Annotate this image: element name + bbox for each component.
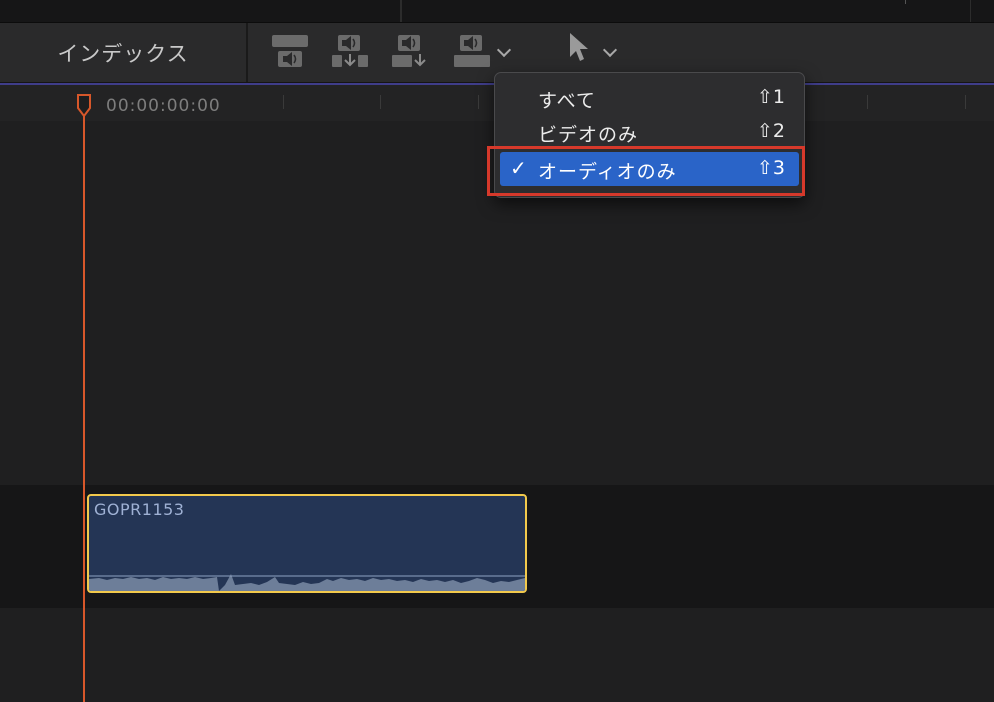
ruler-timecode: 00:00:00:00	[106, 96, 221, 116]
index-button[interactable]: インデックス	[0, 23, 246, 82]
audio-clip-icon[interactable]	[452, 33, 492, 71]
menu-item-shortcut: ⇧1	[756, 86, 785, 108]
clip-name: GOPR1153	[94, 500, 185, 519]
ruler-tick	[965, 95, 966, 109]
ruler-tick	[867, 95, 868, 109]
menu-item-shortcut: ⇧2	[756, 120, 785, 142]
top-strip	[0, 0, 994, 23]
playhead-line[interactable]	[83, 100, 85, 702]
audio-clip[interactable]: GOPR1153	[87, 494, 527, 593]
menu-item-video-only[interactable]: ビデオのみ ⇧2	[500, 115, 799, 149]
top-divider	[400, 0, 402, 22]
top-divider-right	[970, 0, 971, 22]
chevron-down-icon[interactable]	[602, 42, 618, 58]
audio-waveform-down-icon[interactable]	[330, 33, 370, 71]
ruler-tick	[478, 95, 479, 109]
toolbar-separator	[246, 23, 248, 82]
top-tick	[905, 0, 906, 4]
ruler-tick	[380, 95, 381, 109]
audio-waveform	[89, 574, 525, 591]
select-arrow-tool-icon[interactable]	[566, 31, 592, 65]
chevron-down-icon[interactable]	[496, 42, 512, 58]
menu-item-label: すべて	[538, 90, 596, 112]
ruler-tick	[283, 95, 284, 109]
annotation-highlight-box	[487, 146, 805, 196]
clip-appearance-audio-icon[interactable]	[270, 33, 310, 71]
timeline-area-lower[interactable]	[0, 608, 994, 702]
menu-item-label: ビデオのみ	[538, 124, 639, 146]
audio-lane-down-icon[interactable]	[390, 33, 430, 71]
menu-item-all[interactable]: すべて ⇧1	[500, 81, 799, 115]
playhead-handle[interactable]	[76, 94, 92, 120]
